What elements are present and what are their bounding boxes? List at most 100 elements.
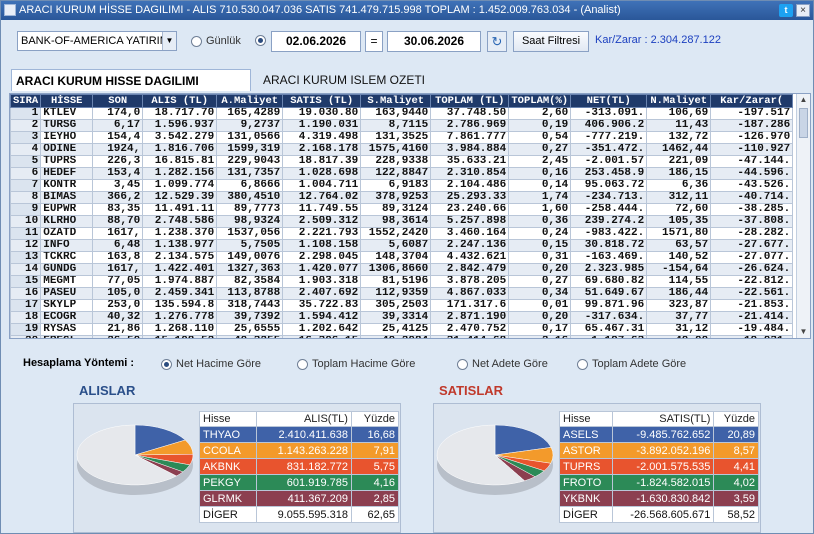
table-row[interactable]: 19 RYSAS 21,86 1.268.110 25,6555 1.202.642 25,…	[10, 323, 794, 336]
scroll-thumb[interactable]	[799, 108, 808, 138]
table-cell: 112,9359	[360, 287, 432, 300]
legend-value: -9.485.762.652	[611, 426, 715, 443]
legend-row[interactable]: PEKGY 601.919.785 4,16	[199, 474, 400, 491]
table-cell: 65.467.31	[570, 323, 648, 336]
legend-value: 1.143.263.228	[255, 442, 352, 459]
table-cell: 2.168.178	[282, 143, 362, 156]
table-row[interactable]: 1 KTLEV 174,0 18.717.70 165,4289 19.030.80 163…	[10, 107, 794, 120]
legend-row[interactable]: TUPRS -2.001.575.535 4,41	[559, 458, 759, 475]
table-row[interactable]: 3 IEYHO 154,4 3.542.279 131,0566 4.319.498 131…	[10, 131, 794, 144]
table-row[interactable]: 14 GUNDG 1617, 1.422.401 1327,363 1.420.077 13…	[10, 263, 794, 276]
radio-dot[interactable]	[457, 358, 468, 370]
table-row[interactable]: 6 HEDEF 153,4 1.282.156 131,7357 1.028.698 122…	[10, 167, 794, 180]
column-header[interactable]: A.Maliyet	[216, 94, 284, 108]
table-cell: 69.680.82	[570, 275, 648, 288]
legend-row[interactable]: CCOLA 1.143.263.228 7,91	[199, 442, 400, 459]
column-header[interactable]: NET(TL)	[570, 94, 648, 108]
column-header[interactable]: SATIS (TL)	[282, 94, 362, 108]
legend-row[interactable]: ASTOR -3.892.052.196 8,57	[559, 442, 759, 459]
table-cell: SKYLP	[40, 299, 94, 312]
legend-row[interactable]: THYAO 2.410.411.638 16,68	[199, 426, 400, 443]
scroll-down-icon[interactable]: ▼	[797, 326, 810, 338]
table-cell: 1.108.158	[282, 239, 362, 252]
table-row[interactable]: 16 PASEU 105,0 2.459.341 113,8788 2.407.692 11…	[10, 287, 794, 300]
grid-scrollbar[interactable]: ▲ ▼	[796, 94, 810, 338]
table-row[interactable]: 8 BIMAS 366,2 12.529.39 380,4510 12.764.02 378…	[10, 191, 794, 204]
close-icon[interactable]: ×	[796, 4, 810, 17]
radio-dot[interactable]	[255, 35, 266, 46]
table-cell: RYSAS	[40, 323, 94, 336]
radio-date-range[interactable]	[255, 35, 266, 46]
chevron-down-icon[interactable]: ▼	[162, 32, 176, 50]
radio-dot[interactable]	[191, 35, 202, 47]
table-cell: 16.815.81	[142, 155, 218, 168]
table-row[interactable]: 17 SKYLP 253,0 135.594.8 318,7443 35.722.83 30…	[10, 299, 794, 312]
table-cell: 253.458.9	[570, 167, 648, 180]
legend-row[interactable]: AKBNK 831.182.772 5,75	[199, 458, 400, 475]
table-cell: 12.764.02	[282, 191, 362, 204]
table-row[interactable]: 11 OZATD 1617, 1.238.370 1537,056 2.221.793 15…	[10, 227, 794, 240]
table-row[interactable]: 4 ODINE 1924, 1.816.706 1599,319 2.168.178 157…	[10, 143, 794, 156]
table-cell: 378,9253	[360, 191, 432, 204]
table-row[interactable]: 9 EUPWR 83,35 11.491.11 89,7773 11.749.55 89,3…	[10, 203, 794, 216]
data-grid[interactable]: SIRA HİSSE SON ALIS (TL) A.Maliyet SATIS (TL)…	[9, 93, 811, 339]
table-row[interactable]: 13 TCKRC 163,8 2.134.575 149,0076 2.298.045 14…	[10, 251, 794, 264]
table-cell: -19.484.	[710, 323, 794, 336]
app-icon	[4, 4, 16, 16]
table-cell: 1.268.110	[142, 323, 218, 336]
legend-value: -3.892.052.196	[611, 442, 715, 459]
equals-button[interactable]: =	[365, 31, 383, 52]
radio-dot[interactable]	[297, 358, 308, 370]
table-cell: 2.871.190	[430, 311, 510, 324]
column-header[interactable]: S.Maliyet	[360, 94, 432, 108]
column-header[interactable]: ALIS (TL)	[142, 94, 218, 108]
radio-dot[interactable]	[577, 358, 588, 370]
legend-row[interactable]: DİGER 9.055.595.318 62,65	[199, 506, 400, 523]
date-to-field[interactable]: 30.06.2026	[387, 31, 481, 52]
legend-row[interactable]: GLRMK 411.367.209 2,85	[199, 490, 400, 507]
table-row[interactable]: 10 KLRHO 88,70 2.748.586 98,9324 2.509.312 98,…	[10, 215, 794, 228]
legend-row[interactable]: DİGER -26.568.605.671 58,52	[559, 506, 759, 523]
column-header[interactable]: N.Maliyet	[646, 94, 712, 108]
legend-row[interactable]: YKBNK -1.630.830.842 3,59	[559, 490, 759, 507]
radio-toplam-hacim[interactable]: Toplam Hacime Göre	[297, 358, 415, 370]
column-header[interactable]: TOPLAM (TL)	[430, 94, 510, 108]
radio-toplam-adet[interactable]: Toplam Adete Göre	[577, 358, 686, 370]
table-row[interactable]: 5 TUPRS 226,3 16.815.81 229,9043 18.817.39 228…	[10, 155, 794, 168]
broker-select[interactable]: BANK-OF-AMERICA YATIRIM ▼	[17, 31, 177, 51]
table-cell: OZATD	[40, 227, 94, 240]
twitter-icon[interactable]: t	[779, 4, 793, 17]
radio-net-adet[interactable]: Net Adete Göre	[457, 358, 548, 370]
radio-net-hacim[interactable]: Net Hacime Göre	[161, 358, 261, 370]
tab-islem-ozeti[interactable]: ARACI KURUM ISLEM OZETI	[259, 69, 459, 91]
table-row[interactable]: 7 KONTR 3,45 1.099.774 6,8666 1.004.711 6,9183…	[10, 179, 794, 192]
table-row[interactable]: 18 ECOGR 40,32 1.276.778 39,7392 1.594.412 39,…	[10, 311, 794, 324]
table-row[interactable]: 15 MEGMT 77,05 1.974.887 82,3584 1.903.318 81,…	[10, 275, 794, 288]
refresh-icon[interactable]: ↻	[487, 31, 507, 52]
column-header[interactable]: HİSSE	[40, 94, 94, 108]
table-cell: 2.459.341	[142, 287, 218, 300]
table-cell: 39,7392	[216, 311, 284, 324]
radio-gunluk[interactable]: Günlük	[191, 35, 241, 47]
legend-header-row: Hisse SATIS(TL) Yüzde	[559, 411, 759, 427]
table-cell: 98,3614	[360, 215, 432, 228]
column-header[interactable]: SON	[92, 94, 144, 108]
table-row[interactable]: 20EREGL26,5015.108.5240,325516.306.1540,…	[10, 335, 794, 338]
radio-dot[interactable]	[161, 358, 172, 370]
legend-row[interactable]: FROTO -1.824.582.015 4,02	[559, 474, 759, 491]
tab-hisse-dagilimi[interactable]: ARACI KURUM HISSE DAGILIMI	[11, 69, 251, 91]
saat-filtresi-button[interactable]: Saat Filtresi	[513, 31, 589, 52]
table-cell: 131,3525	[360, 131, 432, 144]
table-row[interactable]: 2 TURSG 6,17 1.596.937 9,2737 1.190.031 8,7115…	[10, 119, 794, 132]
column-header[interactable]: TOPLAM(%)	[508, 94, 572, 108]
table-row[interactable]: 12 INFO 6,48 1.138.977 5,7505 1.108.158 5,6087…	[10, 239, 794, 252]
table-cell: 83,35	[92, 203, 144, 216]
date-from-field[interactable]: 02.06.2026	[271, 31, 361, 52]
table-cell: 1	[10, 107, 42, 120]
table-cell: 154,4	[92, 131, 144, 144]
column-header[interactable]: Kar/Zarar(	[710, 94, 794, 108]
scroll-up-icon[interactable]: ▲	[797, 94, 810, 106]
column-header[interactable]: SIRA	[10, 94, 42, 108]
table-cell: -234.713.	[570, 191, 648, 204]
legend-row[interactable]: ASELS -9.485.762.652 20,89	[559, 426, 759, 443]
